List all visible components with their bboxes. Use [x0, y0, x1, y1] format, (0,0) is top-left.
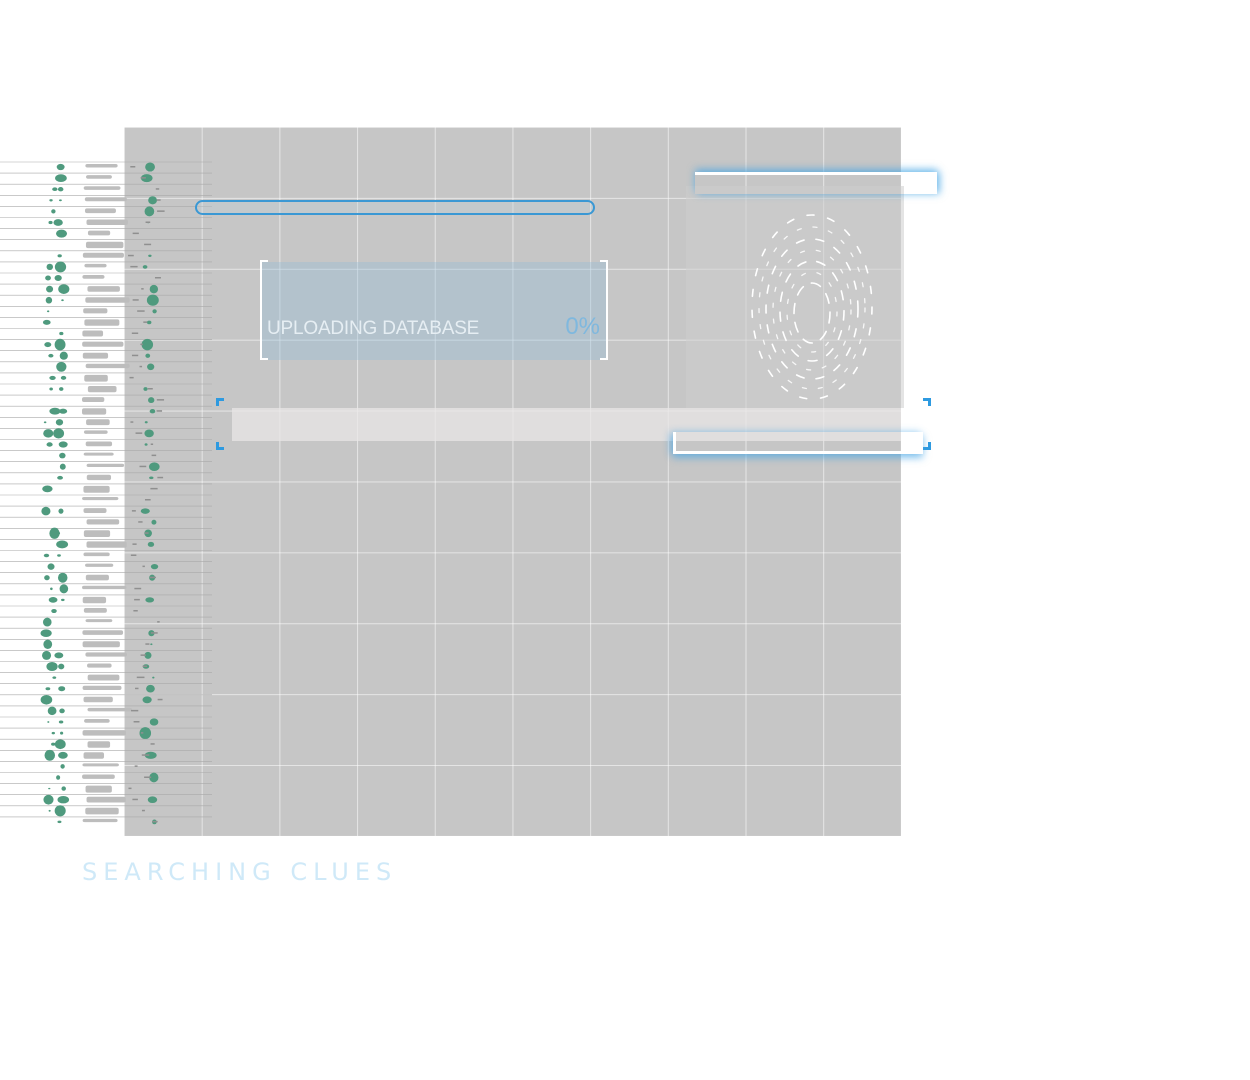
- upload-panel: UPLOADING DATABASE 0%: [260, 260, 608, 360]
- progress-corner-top-right: [923, 398, 931, 406]
- upload-label: UPLOADING DATABASE: [267, 318, 480, 339]
- progress-corner-bottom-right: [923, 442, 931, 450]
- status-caption: SEARCHING CLUES: [82, 858, 398, 886]
- scan-bar: [195, 200, 595, 215]
- progress-corner-top-left: [216, 398, 224, 406]
- upload-bracket-left: [260, 260, 268, 360]
- upload-bracket-right: [600, 260, 608, 360]
- fingerprint-icon: [751, 214, 873, 400]
- scanner-frame-bottom: [673, 432, 923, 454]
- data-readout-strip: [0, 160, 212, 830]
- scanner-frame-top: [695, 172, 937, 194]
- upload-percent: 0%: [565, 313, 600, 340]
- data-readout-graphic: [0, 161, 212, 825]
- progress-corner-bottom-left: [216, 442, 224, 450]
